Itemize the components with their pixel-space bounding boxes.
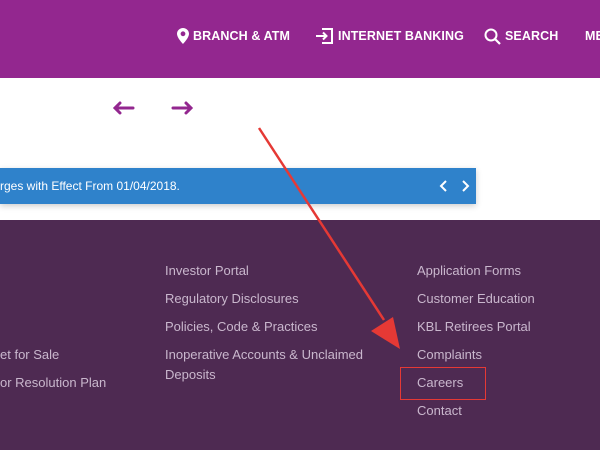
location-pin-icon xyxy=(177,28,189,44)
footer-link-retirees-portal[interactable]: KBL Retirees Portal xyxy=(417,317,531,337)
footer-link-regulatory-disclosures[interactable]: Regulatory Disclosures xyxy=(165,289,299,309)
chevron-right-icon xyxy=(462,180,470,192)
nav-search[interactable]: SEARCH xyxy=(484,27,558,45)
nav-branch-atm-label: BRANCH & ATM xyxy=(193,29,291,43)
footer-link-resolution-plan[interactable]: or Resolution Plan xyxy=(0,373,106,393)
footer-link-complaints[interactable]: Complaints xyxy=(417,345,482,365)
slider-next-button[interactable] xyxy=(170,98,196,118)
ticker-next-button[interactable] xyxy=(457,177,473,195)
footer-link-application-forms[interactable]: Application Forms xyxy=(417,261,521,281)
footer-link-policies[interactable]: Policies, Code & Practices xyxy=(165,317,317,337)
news-ticker: rges with Effect From 01/04/2018. xyxy=(0,168,476,204)
nav-menu-label: ME xyxy=(585,29,600,43)
footer-link-customer-education[interactable]: Customer Education xyxy=(417,289,535,309)
footer-link-contact[interactable]: Contact xyxy=(417,401,462,421)
arrow-left-icon xyxy=(112,101,135,115)
slider-prev-button[interactable] xyxy=(111,98,137,118)
nav-internet-banking[interactable]: INTERNET BANKING xyxy=(316,27,464,45)
search-icon xyxy=(484,28,501,45)
nav-branch-atm[interactable]: BRANCH & ATM xyxy=(177,27,290,45)
footer-link-inoperative-accounts[interactable]: Inoperative Accounts & Unclaimed Deposit… xyxy=(165,345,365,385)
ticker-prev-button[interactable] xyxy=(436,177,452,195)
nav-menu[interactable]: ME xyxy=(585,27,600,45)
footer-link-investor-portal[interactable]: Investor Portal xyxy=(165,261,249,281)
nav-search-label: SEARCH xyxy=(505,29,559,43)
arrow-right-icon xyxy=(171,101,194,115)
nav-internet-banking-label: INTERNET BANKING xyxy=(338,29,464,43)
ticker-text[interactable]: rges with Effect From 01/04/2018. xyxy=(0,179,180,193)
careers-highlight-box xyxy=(400,367,486,400)
footer-link-asset-for-sale[interactable]: et for Sale xyxy=(0,345,59,365)
chevron-left-icon xyxy=(439,180,447,192)
top-header: BRANCH & ATM INTERNET BANKING SEARCH ME xyxy=(0,0,600,78)
login-icon xyxy=(316,28,333,44)
